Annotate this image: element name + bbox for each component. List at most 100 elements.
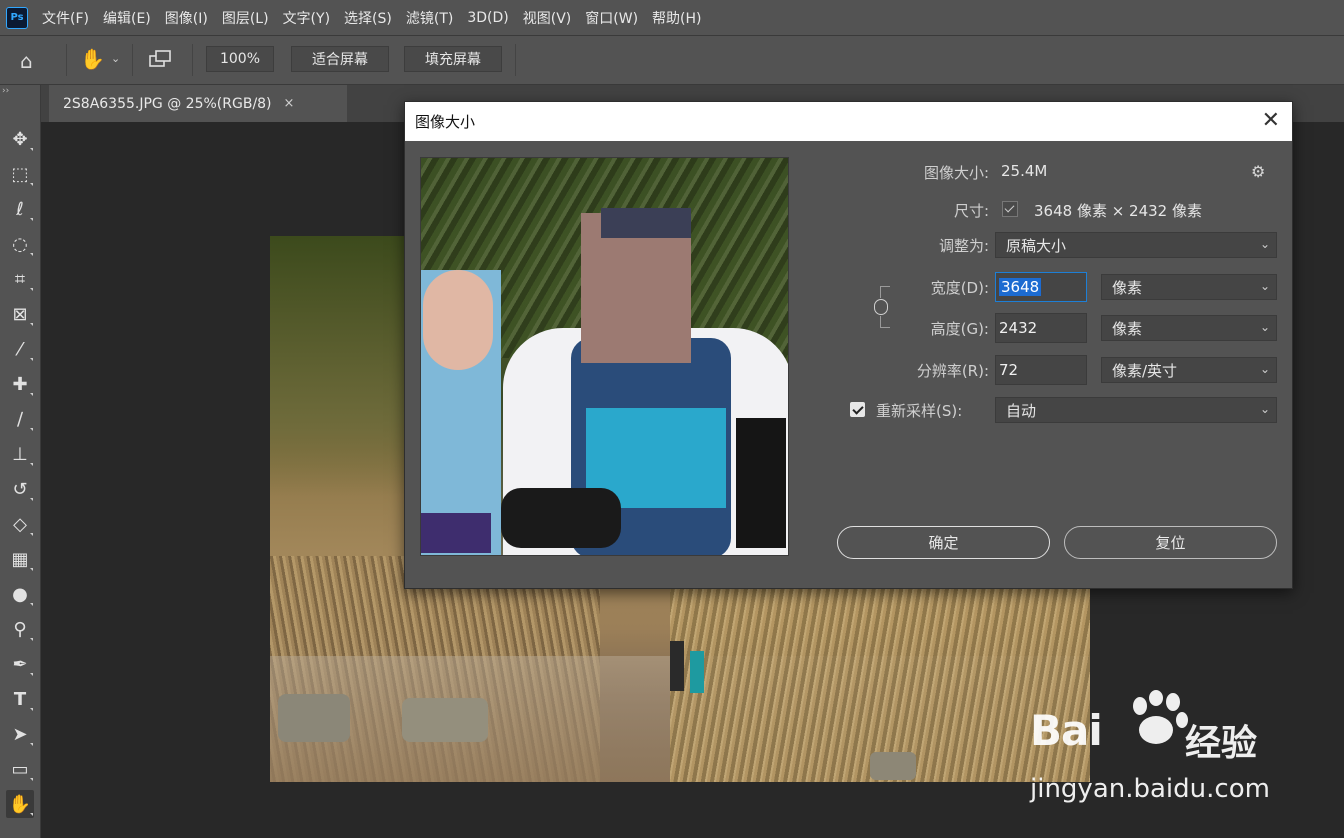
resample-value: 自动	[1006, 401, 1037, 420]
hand-tool-icon[interactable]: ✋	[6, 790, 34, 818]
chevron-down-icon: ⌄	[1259, 237, 1270, 251]
dodge-tool-icon[interactable]: ⚲	[6, 615, 34, 643]
preview-blurred-face	[423, 270, 493, 370]
dimensions-units-dropdown[interactable]	[1002, 201, 1018, 217]
crop-tool-icon[interactable]: ⌗	[6, 265, 34, 293]
eyedropper-tool-icon[interactable]: ⁄	[6, 335, 34, 363]
height-value: 2432	[999, 319, 1038, 337]
menu-help[interactable]: 帮助(H)	[652, 8, 701, 28]
resolution-unit-select[interactable]: 像素/英寸 ⌄	[1101, 357, 1277, 383]
arrange-windows-icon[interactable]	[148, 48, 174, 70]
frame-tool-icon[interactable]: ⊠	[6, 300, 34, 328]
menu-file[interactable]: 文件(F)	[42, 8, 89, 28]
dimensions-value: 3648 像素 × 2432 像素	[1034, 202, 1202, 220]
dialog-title: 图像大小	[415, 113, 476, 131]
menu-type[interactable]: 文字(Y)	[283, 8, 330, 28]
paw-logo-icon	[1133, 690, 1188, 744]
menu-image[interactable]: 图像(I)	[165, 8, 208, 28]
healing-tool-icon[interactable]: ✚	[6, 370, 34, 398]
photo-rock	[870, 752, 916, 780]
chevron-down-icon: ⌄	[1259, 279, 1270, 293]
path-select-tool-icon[interactable]: ➤	[6, 720, 34, 748]
preview-glove	[501, 488, 621, 548]
dialog-title-bar[interactable]: 图像大小 ✕	[405, 102, 1292, 141]
photo-rock	[278, 694, 350, 742]
width-unit: 像素	[1112, 278, 1143, 297]
ok-button[interactable]: 确定	[837, 526, 1050, 559]
constrain-bracket	[880, 286, 890, 298]
fill-screen-button[interactable]: 填充屏幕	[404, 46, 502, 72]
constrain-proportions-icon[interactable]	[874, 299, 888, 315]
type-tool-icon[interactable]: T	[6, 685, 34, 713]
resolution-input[interactable]: 72	[995, 355, 1087, 385]
image-size-dialog: 图像大小 ✕ 图像大小: 25.4M ⚙ 尺寸: 3648 像素 × 2432 …	[404, 101, 1293, 589]
blur-tool-icon[interactable]: ●	[6, 580, 34, 608]
chevron-down-icon: ⌄	[1259, 402, 1270, 416]
fit-screen-button[interactable]: 适合屏幕	[291, 46, 389, 72]
stamp-tool-icon[interactable]: ⊥	[6, 440, 34, 468]
menu-view[interactable]: 视图(V)	[523, 8, 572, 28]
resample-checkbox[interactable]	[850, 402, 865, 417]
watermark-url: jingyan.baidu.com	[1030, 774, 1270, 804]
brush-tool-icon[interactable]: ∕	[6, 405, 34, 433]
menu-layer[interactable]: 图层(L)	[222, 8, 269, 28]
photo-runner	[670, 641, 684, 691]
reset-button[interactable]: 复位	[1064, 526, 1277, 559]
rectangle-tool-icon[interactable]: ▭	[6, 755, 34, 783]
resolution-value: 72	[999, 361, 1019, 379]
image-size-value: 25.4M	[1001, 162, 1048, 180]
width-value: 3648	[999, 278, 1042, 296]
preview-arm	[736, 418, 786, 548]
gradient-tool-icon[interactable]: ▦	[6, 545, 34, 573]
tools-panel: ›› ✥ ⬚ ℓ ◌ ⌗ ⊠ ⁄ ✚ ∕ ⊥ ↺ ◇ ▦ ● ⚲ ✒ T ➤ ▭…	[0, 85, 41, 838]
image-preview[interactable]	[420, 157, 789, 556]
chevron-down-icon[interactable]: ⌄	[111, 52, 120, 65]
preview-bib	[421, 513, 491, 553]
baidu-jingyan-watermark: Bai 经验 jingyan.baidu.com	[1030, 690, 1280, 810]
document-tab-title: 2S8A6355.JPG @ 25%(RGB/8)	[63, 95, 272, 112]
quick-select-tool-icon[interactable]: ◌	[6, 230, 34, 258]
gear-icon[interactable]: ⚙	[1251, 162, 1265, 181]
photo-foliage	[270, 236, 410, 496]
image-size-label: 图像大小:	[923, 164, 989, 182]
height-label: 高度(G):	[930, 320, 989, 338]
height-input[interactable]: 2432	[995, 313, 1087, 343]
zoom-100-button[interactable]: 100%	[206, 46, 274, 72]
close-icon[interactable]: ×	[284, 96, 295, 111]
height-unit-select[interactable]: 像素 ⌄	[1101, 315, 1277, 341]
photo-rock	[402, 698, 488, 742]
width-unit-select[interactable]: 像素 ⌄	[1101, 274, 1277, 300]
chevron-down-icon: ⌄	[1259, 320, 1270, 334]
menu-window[interactable]: 窗口(W)	[585, 8, 638, 28]
separator	[132, 44, 133, 76]
width-input[interactable]: 3648	[995, 272, 1087, 302]
lasso-tool-icon[interactable]: ℓ	[6, 195, 34, 223]
menu-edit[interactable]: 编辑(E)	[103, 8, 151, 28]
move-tool-icon[interactable]: ✥	[6, 125, 34, 153]
preview-mosaic	[601, 208, 691, 238]
menu-filter[interactable]: 滤镜(T)	[406, 8, 453, 28]
marquee-tool-icon[interactable]: ⬚	[6, 160, 34, 188]
separator	[192, 44, 193, 76]
close-icon[interactable]: ✕	[1262, 108, 1280, 134]
eraser-tool-icon[interactable]: ◇	[6, 510, 34, 538]
resolution-unit: 像素/英寸	[1112, 361, 1178, 380]
resample-label: 重新采样(S):	[876, 402, 963, 420]
panel-collapse-icon[interactable]: ››	[2, 86, 9, 96]
menu-bar: Ps 文件(F) 编辑(E) 图像(I) 图层(L) 文字(Y) 选择(S) 滤…	[0, 0, 1344, 36]
pen-tool-icon[interactable]: ✒	[6, 650, 34, 678]
chevron-down-icon: ⌄	[1259, 362, 1270, 376]
photoshop-logo-icon: Ps	[6, 6, 28, 29]
home-icon[interactable]: ⌂	[20, 49, 33, 73]
resample-select[interactable]: 自动 ⌄	[995, 397, 1277, 423]
dimensions-label: 尺寸:	[953, 202, 989, 220]
hand-icon[interactable]: ✋	[80, 47, 105, 71]
menu-3d[interactable]: 3D(D)	[467, 10, 508, 26]
menu-select[interactable]: 选择(S)	[344, 8, 392, 28]
separator	[66, 44, 67, 76]
history-brush-tool-icon[interactable]: ↺	[6, 475, 34, 503]
document-tab[interactable]: 2S8A6355.JPG @ 25%(RGB/8) ×	[49, 85, 347, 122]
watermark-brand-cn: 经验	[1185, 723, 1258, 764]
fit-to-select[interactable]: 原稿大小 ⌄	[995, 232, 1277, 258]
watermark-brand: Bai	[1030, 706, 1103, 755]
